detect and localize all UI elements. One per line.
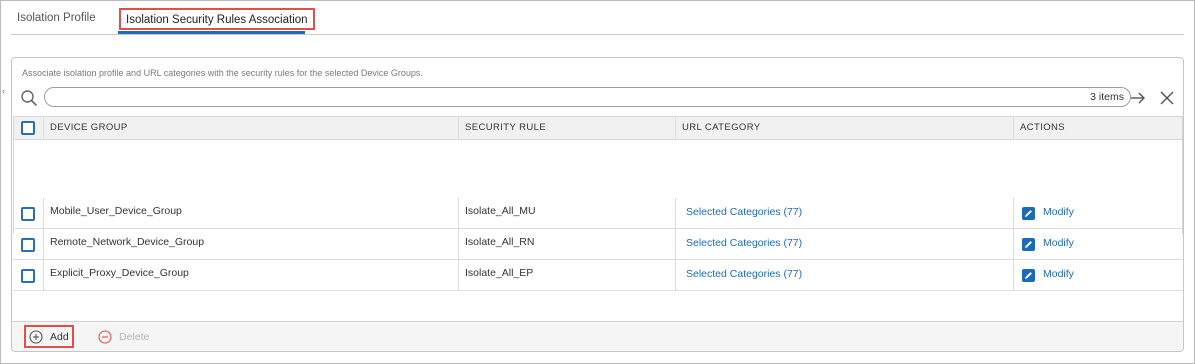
- modify-button[interactable]: Modify: [1020, 260, 1074, 289]
- column-header-device-group[interactable]: DEVICE GROUP: [44, 117, 459, 139]
- delete-button[interactable]: Delete: [98, 328, 149, 346]
- row-checkbox[interactable]: [21, 207, 35, 221]
- table-row: Explicit_Proxy_Device_Group Isolate_All_…: [13, 260, 1183, 291]
- url-category-link[interactable]: Selected Categories (77): [682, 206, 802, 218]
- header-checkbox-cell: [13, 117, 44, 139]
- row-checkbox[interactable]: [21, 269, 35, 283]
- security-rule-cell: Isolate_All_EP: [459, 260, 676, 290]
- row-checkbox-cell: [13, 260, 44, 290]
- modify-label: Modify: [1043, 237, 1074, 249]
- tab-bar: Isolation Profile Isolation Security Rul…: [11, 0, 1184, 35]
- column-header-security-rule[interactable]: SECURITY RULE: [459, 117, 676, 139]
- minus-circle-icon: [98, 330, 112, 344]
- security-rule-cell: Isolate_All_MU: [459, 198, 676, 228]
- url-category-cell: Selected Categories (77): [676, 229, 1014, 259]
- column-header-url-category[interactable]: URL CATEGORY: [676, 117, 1014, 139]
- column-header-actions: ACTIONS: [1020, 122, 1066, 133]
- table-row: Remote_Network_Device_Group Isolate_All_…: [13, 229, 1183, 260]
- device-group-cell: Explicit_Proxy_Device_Group: [44, 260, 459, 290]
- actions-cell: Modify: [1014, 198, 1183, 228]
- modify-label: Modify: [1043, 268, 1074, 280]
- chevron-left-icon[interactable]: ‹: [2, 86, 5, 96]
- select-all-checkbox[interactable]: [21, 121, 35, 135]
- table-row: Mobile_User_Device_Group Isolate_All_MU …: [13, 198, 1183, 229]
- row-checkbox-cell: [13, 229, 44, 259]
- search-icon: [21, 90, 37, 106]
- add-label: Add: [50, 330, 69, 343]
- active-tab-indicator: [118, 31, 305, 34]
- device-group-cell: Remote_Network_Device_Group: [44, 229, 459, 259]
- panel-description: Associate isolation profile and URL cate…: [22, 68, 423, 78]
- row-checkbox-cell: [13, 198, 44, 228]
- delete-label: Delete: [119, 331, 150, 343]
- search-input[interactable]: 3 items: [44, 87, 1131, 107]
- items-count: 3 items: [1090, 91, 1124, 103]
- tab-isolation-security-rules-association[interactable]: Isolation Security Rules Association: [119, 8, 315, 30]
- edit-icon: [1022, 268, 1035, 282]
- device-group-cell: Mobile_User_Device_Group: [44, 198, 459, 228]
- actions-cell: Modify: [1014, 229, 1183, 259]
- table-header: DEVICE GROUP SECURITY RULE URL CATEGORY …: [13, 116, 1183, 140]
- modify-label: Modify: [1043, 206, 1074, 218]
- url-category-link[interactable]: Selected Categories (77): [682, 237, 802, 249]
- modify-button[interactable]: Modify: [1020, 198, 1074, 227]
- plus-circle-icon: [29, 329, 43, 344]
- table-footer-toolbar: Add Delete: [12, 321, 1183, 351]
- rules-association-panel: Associate isolation profile and URL cate…: [11, 57, 1184, 352]
- tab-isolation-profile[interactable]: Isolation Profile: [17, 8, 96, 30]
- url-category-link[interactable]: Selected Categories (77): [682, 268, 802, 280]
- arrow-right-icon[interactable]: [1129, 89, 1147, 107]
- edit-icon: [1022, 206, 1035, 220]
- edit-icon: [1022, 237, 1035, 251]
- modify-button[interactable]: Modify: [1020, 229, 1074, 258]
- url-category-cell: Selected Categories (77): [676, 198, 1014, 228]
- url-category-cell: Selected Categories (77): [676, 260, 1014, 290]
- row-checkbox[interactable]: [21, 238, 35, 252]
- add-button[interactable]: Add: [24, 325, 74, 348]
- security-rule-cell: Isolate_All_RN: [459, 229, 676, 259]
- actions-cell: Modify: [1014, 260, 1183, 290]
- close-icon[interactable]: [1159, 90, 1175, 106]
